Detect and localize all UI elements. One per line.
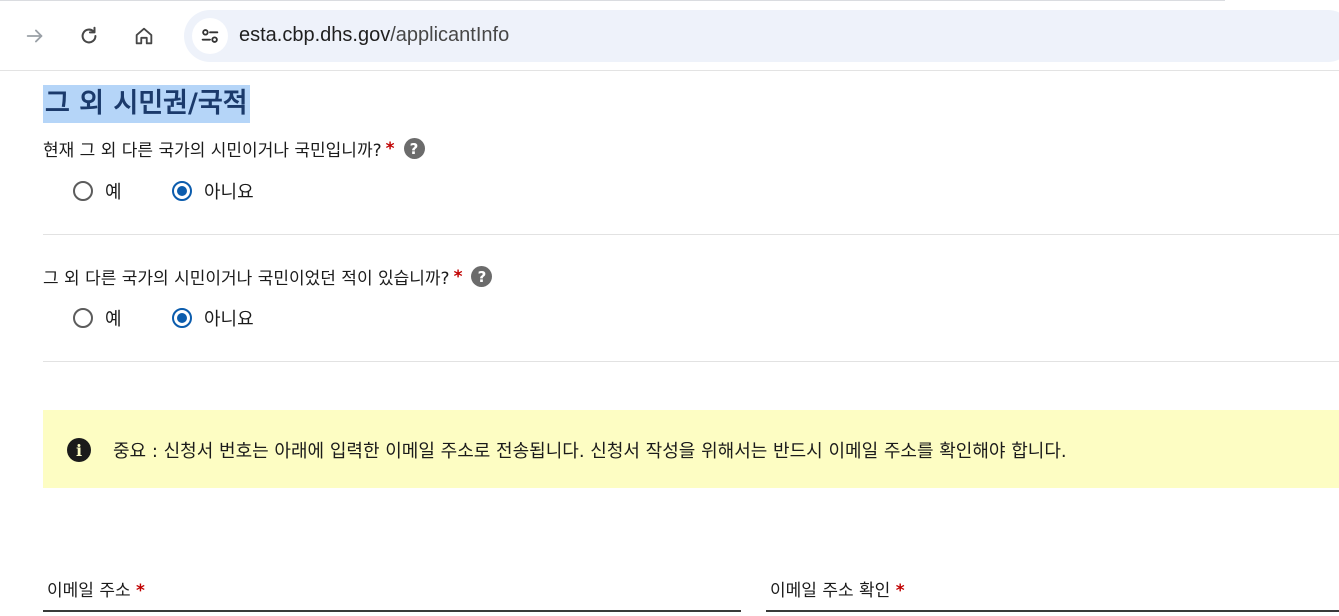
divider [43,234,1339,235]
radio-group-current-citizenship: 예 아니요 [73,178,254,204]
url-text[interactable]: esta.cbp.dhs.gov/applicantInfo [239,24,509,47]
question-current-citizenship: 현재 그 외 다른 국가의 시민이거나 국민입니까? * ? [43,136,425,161]
radio-circle[interactable] [73,308,93,328]
radio-label: 아니요 [204,182,254,203]
email-confirm-label-text: 이메일 주소 확인 [770,581,891,601]
arrow-right-icon [26,29,43,43]
radio-label: 아니요 [204,309,254,330]
question-circle-icon[interactable]: ? [403,138,425,159]
info-circle-icon: i [67,438,91,462]
tune-icon [201,29,219,43]
radio-label: 예 [105,182,122,203]
radio-yes[interactable]: 예 [73,305,172,331]
browser-toolbar: esta.cbp.dhs.gov/applicantInfo [0,0,1339,71]
radio-circle[interactable] [73,181,93,201]
question-text: 현재 그 외 다른 국가의 시민이거나 국민입니까? [43,141,382,161]
question-past-citizenship: 그 외 다른 국가의 시민이거나 국민이었던 적이 있습니까? * ? [43,264,493,289]
radio-no[interactable]: 아니요 [172,305,254,331]
radio-no[interactable]: 아니요 [172,178,254,204]
email-field[interactable] [43,610,741,612]
required-marker: * [453,266,463,287]
radio-circle[interactable] [172,181,192,201]
email-field-label: 이메일 주소 * [47,576,145,601]
required-marker: * [385,138,395,159]
url-host: esta.cbp.dhs.gov [239,24,391,46]
radio-circle[interactable] [172,308,192,328]
email-confirm-field-label: 이메일 주소 확인 * [770,576,905,601]
email-label-text: 이메일 주소 [47,581,131,601]
address-bar[interactable]: esta.cbp.dhs.gov/applicantInfo [184,10,1339,62]
radio-group-past-citizenship: 예 아니요 [73,305,254,331]
question-circle-icon[interactable]: ? [471,266,493,287]
page-section-title: 그 외 시민권/국적 [43,85,250,123]
required-marker: * [136,581,145,601]
divider [43,361,1339,362]
important-notice: i 중요 : 신청서 번호는 아래에 입력한 이메일 주소로 전송됩니다. 신청… [43,410,1339,488]
forward-button[interactable] [17,18,53,54]
radio-yes[interactable]: 예 [73,178,172,204]
email-confirm-field[interactable] [766,610,1339,612]
radio-label: 예 [105,309,122,330]
home-button[interactable] [126,18,162,54]
home-icon [135,27,153,45]
url-path: /applicantInfo [390,24,510,46]
site-info-button[interactable] [192,18,228,54]
tab-strip-divider [0,0,1225,1]
reload-button[interactable] [71,18,107,54]
notice-text: 중요 : 신청서 번호는 아래에 입력한 이메일 주소로 전송됩니다. 신청서 … [113,441,1067,462]
reload-icon [81,26,97,44]
required-marker: * [895,581,905,601]
question-text: 그 외 다른 국가의 시민이거나 국민이었던 적이 있습니까? [43,269,450,289]
